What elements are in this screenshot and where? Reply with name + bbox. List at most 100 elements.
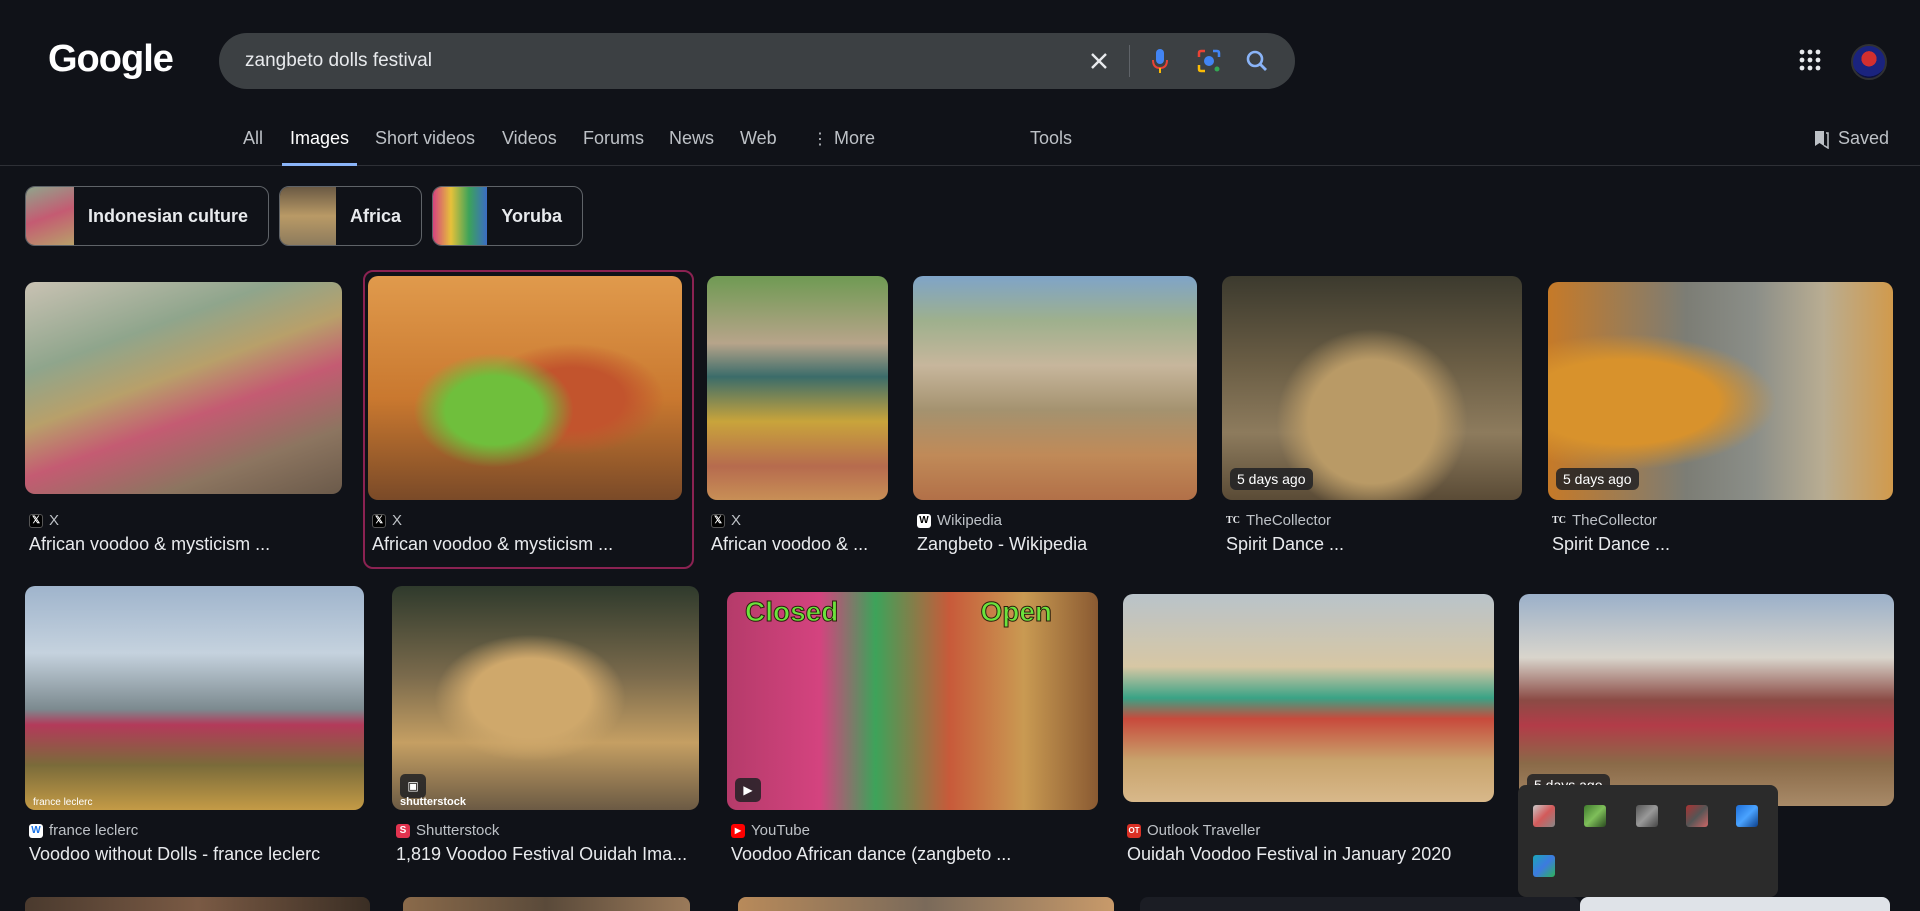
google-logo[interactable]: Google [48,38,174,81]
image-result-selected[interactable]: 𝕏 X African voodoo & mysticism ... [368,276,690,566]
result-thumbnail[interactable] [368,276,682,500]
tab-images[interactable]: Images [282,128,358,166]
image-result[interactable]: 𝕏 X African voodoo & mysticism ... [25,276,343,566]
search-tabs: All Images Short videos Videos Forums Ne… [0,124,1920,166]
x-logo-icon: 𝕏 [29,513,43,528]
result-title[interactable]: Zangbeto - Wikipedia [917,534,1197,555]
shutterstock-icon: S [396,823,410,838]
search-divider [1129,45,1130,77]
result-title[interactable]: Ouidah Voodoo Festival in January 2020 [1127,844,1493,865]
tab-tools[interactable]: Tools [1030,128,1072,166]
image-type-icon: ▣ [400,774,426,798]
image-result[interactable]: 5 days ago TC TheCollector Spirit Dance … [1222,276,1523,566]
clear-icon[interactable] [1083,45,1115,77]
more-vert-icon: ⋮ [812,131,828,148]
search-input[interactable]: zangbeto dolls festival [245,50,432,72]
result-title[interactable]: African voodoo & mysticism ... [372,534,682,555]
search-icon[interactable] [1241,45,1273,77]
image-result[interactable]: Closed Open ▶ ▶ YouTube Voodoo African d… [727,586,1099,876]
result-thumbnail[interactable] [913,276,1197,500]
image-watermark: france leclerc [33,797,93,808]
result-title[interactable]: Voodoo African dance (zangbeto ... [731,844,1097,865]
image-result[interactable]: france leclerc W france leclerc Voodoo w… [25,586,365,876]
age-badge: 5 days ago [1230,468,1313,490]
saved-label: Saved [1838,128,1890,148]
tab-web[interactable]: Web [740,128,777,166]
app-icon[interactable] [1584,805,1606,827]
tab-all[interactable]: All [243,128,263,166]
result-thumbnail[interactable]: 5 days ago [1519,594,1894,806]
result-source[interactable]: 𝕏 X [29,512,59,529]
search-bar[interactable]: zangbeto dolls festival [219,33,1295,89]
saved-button[interactable]: Saved [1812,128,1889,149]
thecollector-icon: TC [1226,515,1240,526]
result-thumbnail[interactable]: Closed Open ▶ [727,592,1098,810]
tab-more[interactable]: ⋮ More [812,128,875,166]
app-icon[interactable] [1686,805,1708,827]
result-thumbnail[interactable] [1123,594,1494,802]
result-thumbnail[interactable] [707,276,888,500]
result-source[interactable]: OT Outlook Traveller [1127,822,1260,839]
france-leclerc-icon: W [29,823,43,838]
result-title[interactable]: Spirit Dance ... [1226,534,1522,555]
result-title[interactable]: African voodoo & mysticism ... [29,534,339,555]
image-result-partial[interactable] [738,897,1114,911]
play-icon: ▶ [735,778,761,802]
x-logo-icon: 𝕏 [711,513,725,528]
chip-africa[interactable]: Africa [279,186,422,246]
chip-indonesian-culture[interactable]: Indonesian culture [25,186,269,246]
image-result-partial[interactable] [1580,897,1890,911]
result-thumbnail[interactable]: ▣ shutterstock [392,586,699,810]
chip-yoruba[interactable]: Yoruba [432,186,583,246]
x-logo-icon: 𝕏 [372,513,386,528]
thecollector-icon: TC [1552,515,1566,526]
result-source[interactable]: ▶ YouTube [731,822,810,839]
tab-news[interactable]: News [669,128,714,166]
chip-label: Yoruba [501,205,562,226]
image-result-partial[interactable] [1140,897,1580,911]
image-result-partial[interactable] [25,897,370,911]
youtube-icon: ▶ [731,823,745,838]
tab-videos[interactable]: Videos [502,128,557,166]
result-thumbnail[interactable]: 5 days ago [1222,276,1522,500]
image-result[interactable]: ▣ shutterstock S Shutterstock 1,819 Vood… [392,586,700,876]
image-result[interactable]: OT Outlook Traveller Ouidah Voodoo Festi… [1123,586,1495,876]
microphone-icon[interactable] [1144,45,1176,77]
outlook-traveller-icon: OT [1127,823,1141,838]
result-source[interactable]: TC TheCollector [1552,512,1657,529]
source-label: X [392,512,403,529]
image-result[interactable]: 5 days ago [1519,586,1895,806]
app-icon[interactable] [1533,805,1555,827]
tab-short-videos[interactable]: Short videos [375,128,475,166]
lens-icon[interactable] [1193,45,1225,77]
bookmark-icon [1815,130,1829,149]
apps-grid-icon[interactable] [1798,48,1822,72]
source-label: X [49,512,60,529]
tab-more-label: More [834,128,876,148]
tab-forums[interactable]: Forums [583,128,644,166]
image-result[interactable]: 𝕏 X African voodoo & ... [707,276,889,566]
result-source[interactable]: W france leclerc [29,822,138,839]
result-source[interactable]: 𝕏 X [372,512,402,529]
account-avatar[interactable] [1851,44,1887,80]
app-icon[interactable] [1636,805,1658,827]
result-thumbnail[interactable]: france leclerc [25,586,364,810]
result-thumbnail[interactable] [25,282,342,494]
result-title[interactable]: Spirit Dance ... [1552,534,1892,555]
result-title[interactable]: African voodoo & ... [711,534,887,555]
app-icon[interactable] [1736,805,1758,827]
chip-label: Indonesian culture [87,205,248,226]
result-thumbnail[interactable]: 5 days ago [1548,282,1893,500]
result-source[interactable]: TC TheCollector [1226,512,1331,529]
app-icon[interactable] [1533,855,1555,877]
image-result[interactable]: 5 days ago TC TheCollector Spirit Dance … [1548,276,1894,566]
image-result-partial[interactable] [403,897,690,911]
image-result[interactable]: W Wikipedia Zangbeto - Wikipedia [913,276,1198,566]
result-source[interactable]: 𝕏 X [711,512,741,529]
chip-thumbnail [26,187,74,245]
result-source[interactable]: S Shutterstock [396,822,499,839]
result-title[interactable]: 1,819 Voodoo Festival Ouidah Ima... [396,844,698,865]
chip-label: Africa [349,205,401,226]
result-source[interactable]: W Wikipedia [917,512,1002,529]
result-title[interactable]: Voodoo without Dolls - france leclerc [29,844,365,865]
